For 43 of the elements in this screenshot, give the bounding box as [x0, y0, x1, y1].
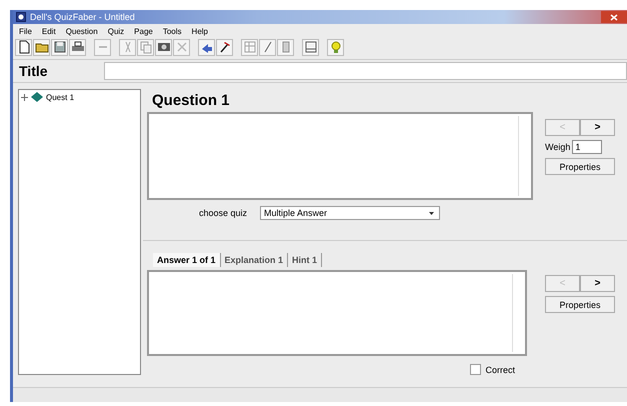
title-input[interactable] [104, 62, 627, 80]
menu-item[interactable]: Page [134, 26, 153, 36]
window-title: Dell's QuizFaber - Untitled [30, 12, 135, 22]
tree-item[interactable]: Quest 1 [46, 92, 74, 102]
title-label: Title [18, 63, 49, 79]
diamond-icon [31, 92, 43, 102]
correct-checkbox[interactable] [470, 364, 482, 375]
open-folder-icon[interactable] [33, 38, 50, 56]
save-icon[interactable] [51, 38, 68, 56]
hammer-icon[interactable] [216, 38, 233, 56]
menu-item[interactable]: Quiz [108, 26, 124, 36]
answer-text-area[interactable] [147, 270, 527, 356]
expand-icon[interactable] [21, 94, 28, 100]
question-heading: Question 1 [151, 92, 231, 111]
app-icon [16, 12, 26, 22]
correct-label: Correct [485, 364, 515, 374]
question-text-area[interactable] [147, 112, 533, 200]
table-icon[interactable] [241, 38, 258, 56]
properties-button[interactable]: Properties [545, 296, 615, 313]
print-icon[interactable] [69, 38, 86, 56]
menu-item[interactable]: Question [66, 26, 98, 36]
frame-icon[interactable] [302, 38, 319, 56]
new-document-icon[interactable] [15, 38, 32, 56]
quiz-type-label: choose quiz [198, 208, 248, 218]
next-button[interactable]: > [580, 275, 615, 292]
quiz-type-dropdown[interactable]: Multiple Answer [260, 206, 440, 220]
close-icon [610, 14, 618, 20]
tab[interactable]: Explanation 1 [220, 253, 288, 267]
weight-label: Weigh [545, 142, 570, 152]
cut-icon[interactable] [119, 38, 136, 56]
menu-item[interactable]: Tools [162, 26, 182, 36]
next-button[interactable]: > [580, 119, 615, 136]
close-button[interactable] [601, 11, 627, 23]
weight-input[interactable]: 1 [572, 140, 602, 154]
light-bulb-icon[interactable] [327, 38, 344, 56]
tab[interactable]: Hint 1 [288, 253, 322, 267]
properties-button[interactable]: Properties [545, 158, 615, 175]
image-icon[interactable] [155, 38, 172, 56]
slash-icon[interactable] [259, 38, 276, 56]
menu-item[interactable]: Help [192, 26, 208, 36]
tab[interactable]: Answer 1 of 1 [153, 253, 221, 267]
menu-item[interactable]: Edit [42, 26, 56, 36]
menu-item[interactable]: File [19, 26, 32, 36]
